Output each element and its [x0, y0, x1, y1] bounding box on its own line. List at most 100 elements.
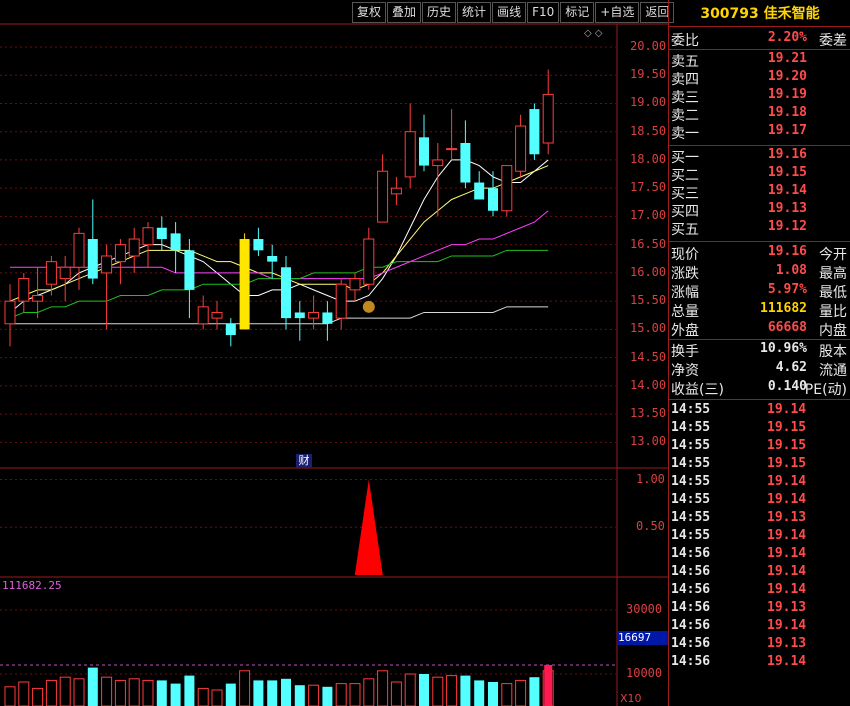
stat-value: 5.97% — [767, 282, 807, 297]
ask-row[interactable]: 卖二 19.18 — [671, 105, 849, 124]
ask-row[interactable]: 卖五 19.21 — [671, 51, 849, 70]
tick-time: 14:56 — [671, 636, 711, 651]
candle-body[interactable] — [529, 109, 540, 155]
candle-body[interactable] — [45, 261, 57, 285]
volume-bar — [114, 679, 126, 706]
candle-body[interactable] — [474, 182, 485, 200]
candle-body[interactable] — [142, 227, 154, 246]
candle-body[interactable] — [294, 312, 305, 319]
ask-row[interactable]: 卖一 19.17 — [671, 123, 849, 142]
stat-label-2: 股本 — [819, 344, 847, 360]
tick-time: 14:55 — [671, 402, 711, 417]
tick-price: 19.14 — [767, 528, 807, 543]
candle-body[interactable] — [170, 233, 181, 251]
candle-body[interactable] — [404, 131, 416, 178]
candle-body[interactable] — [308, 311, 320, 319]
volume-bar — [101, 676, 113, 706]
candle-body[interactable] — [335, 283, 347, 319]
volume-bar — [142, 679, 154, 706]
candle-body[interactable] — [32, 295, 44, 302]
mark-button[interactable]: 标记 — [560, 2, 595, 23]
candle-body[interactable] — [515, 125, 527, 172]
kline-chart[interactable] — [0, 0, 668, 706]
candle-body[interactable] — [419, 137, 429, 166]
weicha-label: 委差 — [819, 33, 847, 49]
candle-body[interactable] — [363, 238, 375, 285]
tick-row: 14:55 19.15 — [671, 420, 849, 438]
stat-label: 总量 — [671, 304, 699, 320]
candle-body[interactable] — [87, 239, 98, 279]
volume-bar — [59, 676, 71, 706]
overlay-button[interactable]: 叠加 — [387, 2, 422, 23]
bid-price: 19.14 — [767, 183, 807, 198]
draw-line-button[interactable]: 画线 — [492, 2, 527, 23]
candle-body[interactable] — [128, 238, 140, 257]
indicator-spike — [354, 479, 383, 575]
chart-options-icon[interactable]: ◇◇ — [584, 28, 605, 39]
candle-body[interactable] — [184, 250, 195, 290]
stat-row: 外盘 66668 内盘 — [671, 320, 849, 339]
candle-body[interactable] — [542, 93, 554, 144]
candle-body[interactable] — [267, 255, 278, 262]
candle-body[interactable] — [225, 323, 236, 336]
money-bag-icon[interactable] — [362, 300, 375, 313]
candle-body[interactable] — [377, 170, 389, 223]
candle-body[interactable] — [59, 266, 71, 280]
finance-marker[interactable]: 财 — [296, 454, 312, 468]
volume-marker-box: 16697 — [617, 631, 668, 645]
bid-price: 19.12 — [767, 219, 807, 234]
candle-body[interactable] — [73, 232, 85, 268]
tick-time: 14:55 — [671, 456, 711, 471]
volume-bar — [239, 670, 251, 706]
candle-body[interactable] — [211, 311, 223, 319]
tick-row: 14:55 19.14 — [671, 492, 849, 510]
ask-price: 19.17 — [767, 123, 807, 138]
ask-price: 19.18 — [767, 105, 807, 120]
price-axis-tick: 17.00 — [630, 208, 667, 223]
candle-body[interactable] — [4, 300, 16, 325]
ask-row[interactable]: 卖四 19.20 — [671, 69, 849, 88]
ask-row[interactable]: 卖三 19.19 — [671, 87, 849, 106]
volume-bar — [363, 678, 375, 706]
volume-bar — [432, 676, 444, 706]
ask-label: 卖四 — [671, 72, 699, 88]
tick-row: 14:55 19.13 — [671, 510, 849, 528]
candle-body[interactable] — [390, 187, 402, 195]
candle-body[interactable] — [460, 142, 471, 183]
candle-body[interactable] — [18, 278, 30, 302]
bid-row[interactable]: 买五 19.12 — [671, 219, 849, 238]
stat-label: 换手 — [671, 344, 699, 360]
candle-body[interactable] — [114, 244, 126, 263]
candle-body[interactable] — [101, 255, 113, 274]
tick-price: 19.14 — [767, 546, 807, 561]
tick-row: 14:56 19.14 — [671, 582, 849, 600]
history-button[interactable]: 历史 — [422, 2, 457, 23]
fuquan-button[interactable]: 复权 — [352, 2, 387, 23]
bid-label: 买四 — [671, 204, 699, 220]
candle-body[interactable] — [432, 159, 444, 167]
bid-row[interactable]: 买三 19.14 — [671, 183, 849, 202]
candle-body[interactable] — [501, 165, 513, 212]
candle-body[interactable] — [488, 188, 498, 211]
bid-row[interactable]: 买一 19.16 — [671, 147, 849, 166]
bid-row[interactable]: 买二 19.15 — [671, 165, 849, 184]
price-axis-tick: 16.50 — [630, 236, 667, 251]
candle-body[interactable] — [446, 148, 458, 151]
f10-button[interactable]: F10 — [527, 2, 560, 23]
stat-label: 净资 — [671, 363, 699, 379]
add-watchlist-button[interactable]: +自选 — [595, 2, 640, 23]
candle-body[interactable] — [253, 239, 264, 251]
volume-bar — [267, 680, 278, 706]
stat-row: 总量 111682 量比 — [671, 301, 849, 320]
bid-row[interactable]: 买四 19.13 — [671, 201, 849, 220]
candle-body[interactable] — [322, 312, 333, 324]
candle-body[interactable] — [349, 278, 361, 291]
candle-body[interactable] — [281, 267, 291, 319]
candle-body[interactable] — [156, 227, 167, 240]
volume-bar — [335, 683, 347, 706]
ask-label: 卖一 — [671, 126, 699, 142]
candle-body[interactable] — [239, 239, 250, 330]
statistics-button[interactable]: 统计 — [457, 2, 492, 23]
candle-body[interactable] — [197, 306, 209, 325]
stat-value: 10.96% — [760, 341, 807, 356]
